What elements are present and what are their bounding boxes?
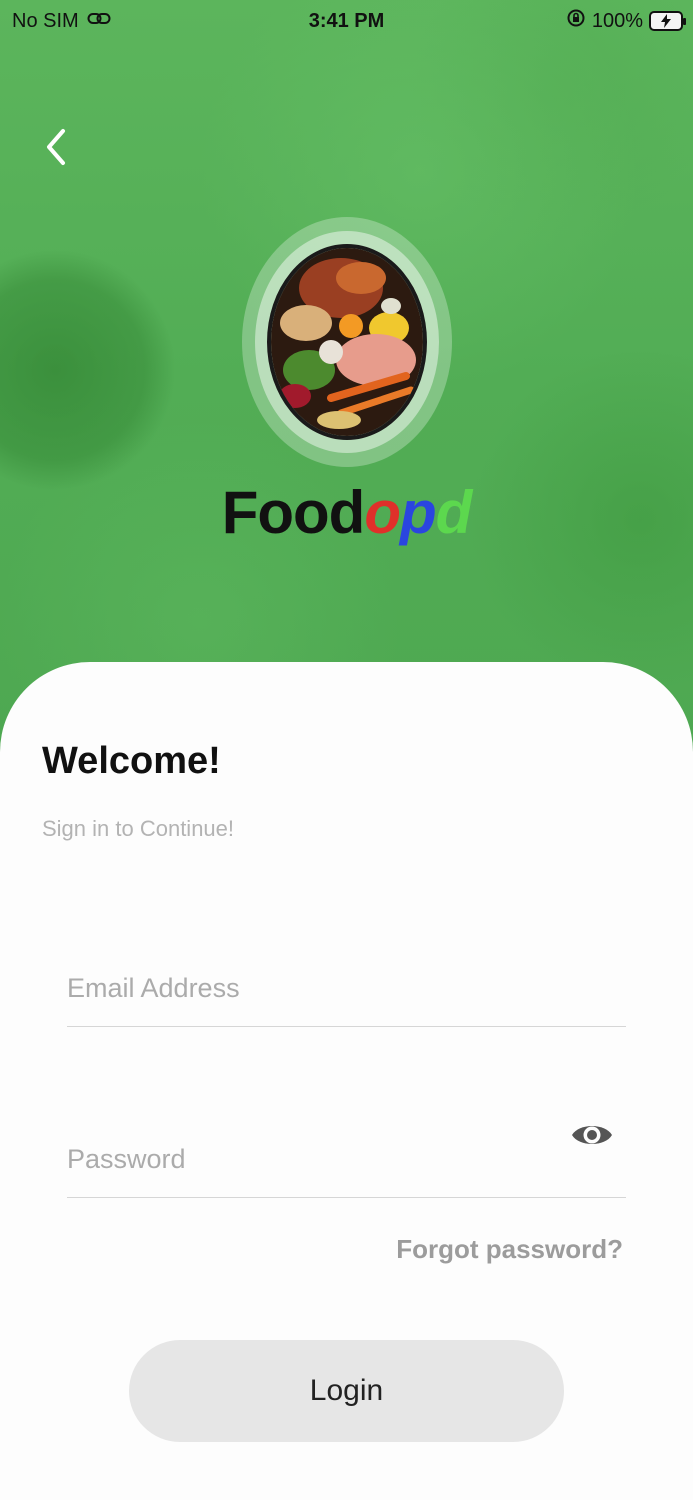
brand-part-d: d: [435, 479, 473, 546]
signin-subtitle: Sign in to Continue!: [42, 816, 235, 841]
battery-percent: 100%: [591, 9, 643, 32]
brand-part-food: Food: [221, 479, 366, 546]
eye-icon: [572, 1126, 612, 1144]
back-chevron-icon: [47, 129, 65, 165]
welcome-title: Welcome!: [42, 740, 221, 782]
email-field: [67, 962, 626, 1027]
brand-wordmark: Foodopd: [0, 478, 693, 547]
show-password-button[interactable]: [570, 1113, 614, 1157]
battery-charging-icon: [649, 11, 686, 31]
brand-part-o: o: [364, 479, 401, 546]
login-button[interactable]: Login: [129, 1340, 564, 1442]
email-input[interactable]: [67, 973, 547, 1004]
forgot-password-link[interactable]: Forgot password?: [396, 1234, 623, 1265]
status-right: 100%: [566, 8, 686, 34]
logo-badge: [242, 217, 452, 467]
orientation-lock-icon: [566, 8, 586, 34]
password-field: [67, 1126, 626, 1198]
status-bar: No SIM 3:41 PM 100%: [0, 0, 693, 44]
brand-part-p: p: [399, 479, 437, 546]
back-button[interactable]: [36, 124, 76, 170]
food-logo-image: [267, 244, 427, 440]
password-input[interactable]: [67, 1144, 547, 1175]
